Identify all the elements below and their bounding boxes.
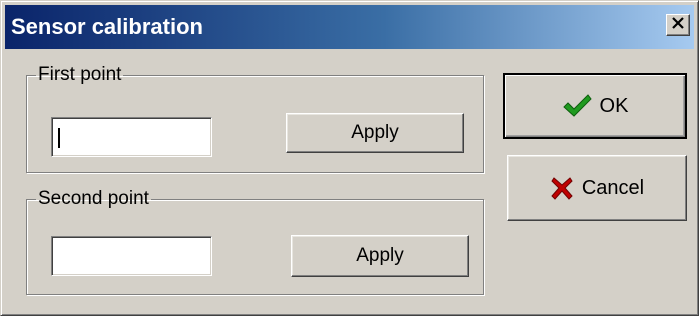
first-point-legend: First point	[38, 64, 122, 85]
first-point-input[interactable]	[51, 117, 212, 157]
cancel-label: Cancel	[581, 176, 645, 199]
title-bar[interactable]: Sensor calibration	[5, 5, 694, 49]
second-point-apply-button[interactable]: Apply	[291, 235, 469, 277]
dialog-window: Sensor calibration First point Apply Sec…	[0, 0, 699, 316]
first-point-apply-label: Apply	[351, 122, 399, 143]
text-caret	[58, 128, 60, 148]
ok-button[interactable]: OK	[503, 73, 687, 139]
checkmark-icon	[562, 93, 592, 119]
second-point-apply-label: Apply	[356, 245, 404, 266]
second-point-input[interactable]	[51, 236, 212, 276]
red-x-icon	[550, 176, 574, 200]
cancel-button[interactable]: Cancel	[507, 155, 687, 221]
close-button[interactable]	[666, 14, 690, 36]
first-point-apply-button[interactable]: Apply	[286, 113, 464, 153]
ok-label: OK	[599, 94, 629, 117]
close-icon	[671, 16, 685, 34]
window-title: Sensor calibration	[11, 14, 203, 39]
second-point-legend: Second point	[38, 188, 149, 209]
